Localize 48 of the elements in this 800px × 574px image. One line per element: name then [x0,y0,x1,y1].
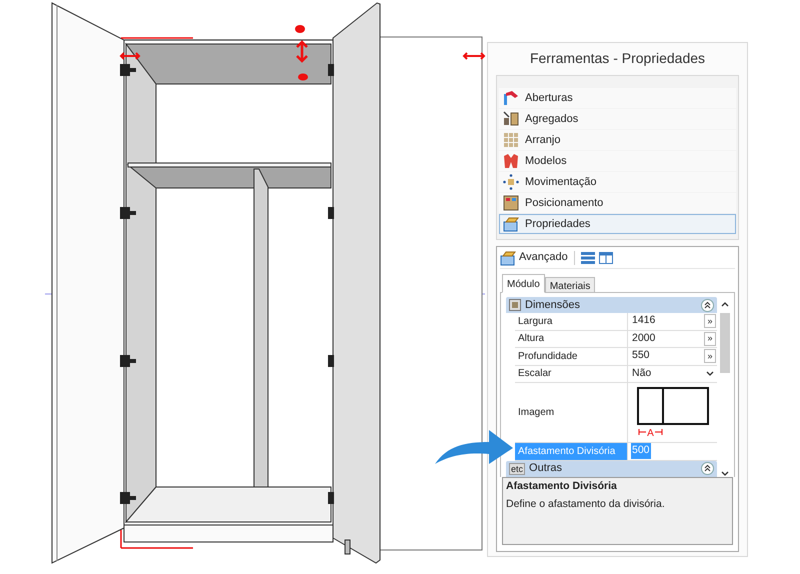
scroll-down-icon[interactable] [721,470,729,476]
property-name[interactable]: Escalar [515,366,627,382]
section-item[interactable]: Aberturas [499,88,736,108]
advanced-button[interactable]: Avançado [500,249,568,266]
section-item[interactable]: Agregados [499,109,736,129]
table-view-icon[interactable] [598,250,613,264]
folder-icon [500,250,516,266]
expand-button[interactable]: » [704,314,716,328]
chevron-down-icon [706,370,714,377]
flag-icon [503,90,519,106]
boxes-icon [503,111,519,127]
grid-icon [503,132,519,148]
folder-icon [503,216,519,232]
tab[interactable]: Materiais [544,277,596,293]
panel-icon [503,195,519,211]
property-value: 550 [631,348,651,364]
tab[interactable]: Módulo [502,274,545,293]
description-title: Afastamento Divisória [506,478,618,494]
collapse-icon[interactable] [701,462,714,475]
expand-button[interactable]: » [704,332,716,346]
expand-button[interactable]: » [704,349,716,364]
category-icon [509,299,521,311]
section-item[interactable]: Propriedades [499,214,736,234]
property-name[interactable]: Altura [515,330,627,347]
property-value: 2000 [631,330,656,346]
section-item[interactable]: Modelos [499,151,736,171]
category-label: Outras [529,461,564,476]
property-dropdown[interactable]: Não [627,366,717,382]
property-name[interactable]: Imagem [515,383,627,442]
scroll-up-icon[interactable] [721,301,729,307]
property-value: 1416 [631,313,656,328]
description-text: Define o afastamento da divisória. [506,497,666,512]
category-header[interactable]: Dimensões [506,297,717,313]
category-icon: etc [509,462,526,474]
category-header[interactable]: etc Outras [506,460,717,476]
panel-title: Ferramentas - Propriedades [528,49,706,68]
model-icon [503,153,519,169]
section-item[interactable]: Movimentação [499,172,736,192]
section-item[interactable]: Posicionamento [499,193,736,213]
arrow-icon [435,428,513,466]
scroll-thumb[interactable] [720,313,730,373]
property-name[interactable]: Largura [515,313,627,330]
property-name[interactable]: Profundidade [515,348,627,364]
list-view-icon[interactable] [580,250,595,264]
move-icon [503,174,519,190]
collapse-icon[interactable] [701,298,714,312]
section-item[interactable]: Arranjo [499,130,736,150]
category-label: Dimensões [525,298,582,313]
